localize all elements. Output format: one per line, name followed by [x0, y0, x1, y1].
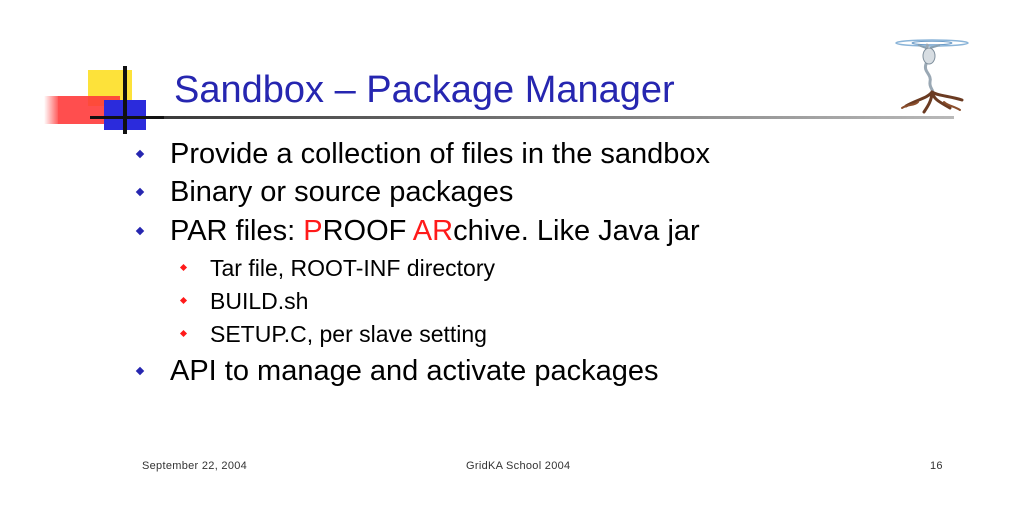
sub-bullet-icon — [179, 296, 188, 305]
bullet-icon — [135, 366, 145, 376]
tree-logo-icon — [895, 39, 969, 114]
sub-bullet-icon — [179, 329, 188, 338]
decor-vertical-line — [123, 66, 127, 134]
slide: Sandbox – Package Manager Provide a coll… — [0, 0, 1024, 512]
footer-event: GridKA School 2004 — [466, 460, 571, 472]
text-segment: ROOF — [322, 215, 413, 247]
bullet-icon — [135, 149, 145, 159]
text-segment: chive. Like Java jar — [453, 215, 700, 247]
bullet-icon — [135, 187, 145, 197]
decor-horizontal-line — [90, 116, 164, 119]
bullet-text: Binary or source packages — [170, 176, 514, 208]
sub-bullet-text: SETUP.C, per slave setting — [210, 321, 487, 347]
slide-title: Sandbox – Package Manager — [174, 69, 675, 111]
footer-page-number: 16 — [930, 460, 943, 472]
sub-bullet-icon — [179, 263, 188, 272]
bullet-text: Provide a collection of files in the san… — [170, 138, 711, 170]
sub-bullet-text: Tar file, ROOT-INF directory — [210, 255, 495, 281]
footer-date: September 22, 2004 — [142, 460, 248, 472]
bullet-icon — [135, 226, 145, 236]
bullet-text-par-files: PAR files: PROOF ARchive. Like Java jar — [170, 214, 700, 248]
highlight-ar: AR — [412, 215, 454, 247]
sub-bullet-text: BUILD.sh — [210, 288, 309, 314]
highlight-p: P — [303, 215, 323, 247]
text-segment: PAR files: — [170, 215, 304, 247]
title-underline — [164, 116, 954, 119]
bullet-text: API to manage and activate packages — [170, 355, 659, 387]
